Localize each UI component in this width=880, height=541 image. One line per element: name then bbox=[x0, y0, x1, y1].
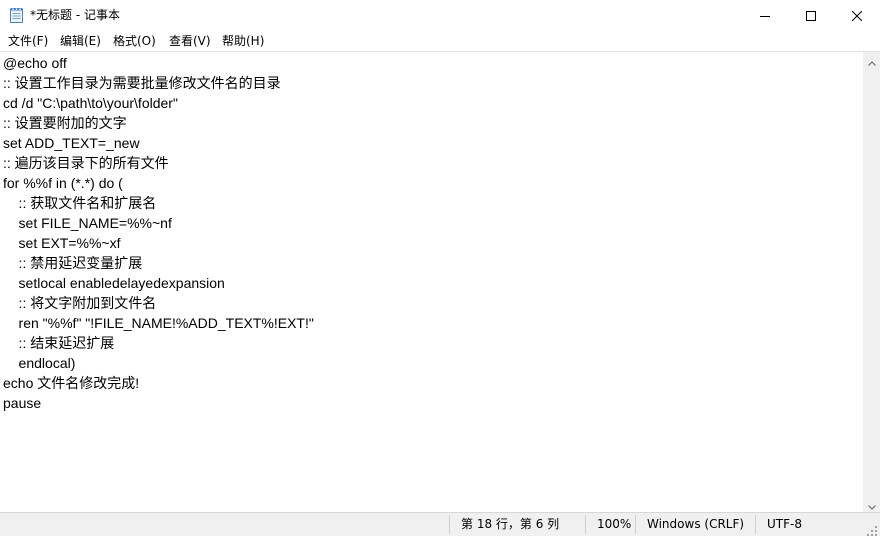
menu-file[interactable]: 文件(F) bbox=[8, 33, 48, 49]
notepad-icon[interactable] bbox=[9, 7, 25, 24]
scroll-down-button[interactable] bbox=[863, 496, 880, 513]
editor-line: setlocal enabledelayedexpansion bbox=[3, 275, 225, 291]
editor-line: set ADD_TEXT=_new bbox=[3, 135, 140, 151]
status-divider bbox=[635, 515, 636, 534]
resize-grip-icon[interactable] bbox=[866, 522, 878, 536]
scroll-up-icon bbox=[867, 51, 876, 70]
editor-line: :: 设置工作目录为需要批量修改文件名的目录 bbox=[3, 75, 281, 91]
status-divider bbox=[585, 515, 586, 534]
scroll-up-button[interactable] bbox=[863, 52, 880, 69]
text-editor[interactable]: @echo off :: 设置工作目录为需要批量修改文件名的目录 cd /d "… bbox=[0, 51, 863, 513]
status-divider bbox=[755, 515, 756, 534]
notepad-window: *无标题 - 记事本 文件(F) 编辑(E) 格式(O) 查看(V) 帮助(H)… bbox=[0, 0, 880, 536]
editor-line: set EXT=%%~xf bbox=[3, 235, 121, 251]
close-button[interactable] bbox=[834, 0, 880, 31]
vertical-scrollbar[interactable] bbox=[863, 51, 880, 513]
status-divider bbox=[449, 515, 450, 534]
close-icon bbox=[852, 10, 862, 21]
editor-line: :: 设置要附加的文字 bbox=[3, 115, 127, 131]
title-bar[interactable]: *无标题 - 记事本 bbox=[0, 0, 880, 31]
editor-line: endlocal) bbox=[3, 355, 76, 371]
editor-line: :: 禁用延迟变量扩展 bbox=[3, 255, 143, 271]
encoding: UTF-8 bbox=[767, 517, 802, 531]
menu-format[interactable]: 格式(O) bbox=[113, 33, 156, 49]
menu-view[interactable]: 查看(V) bbox=[169, 33, 211, 49]
minimize-icon bbox=[760, 11, 770, 21]
editor-line: pause bbox=[3, 395, 42, 411]
editor-line: :: 遍历该目录下的所有文件 bbox=[3, 155, 169, 171]
line-ending: Windows (CRLF) bbox=[647, 517, 745, 531]
editor-line: echo 文件名修改完成! bbox=[3, 375, 140, 391]
editor-line: set FILE_NAME=%%~nf bbox=[3, 215, 172, 231]
maximize-button[interactable] bbox=[788, 0, 834, 31]
window-title: *无标题 - 记事本 bbox=[30, 8, 120, 22]
editor-line: @echo off bbox=[3, 55, 67, 71]
editor-line: :: 获取文件名和扩展名 bbox=[3, 195, 157, 211]
minimize-button[interactable] bbox=[742, 0, 788, 31]
editor-content[interactable]: @echo off :: 设置工作目录为需要批量修改文件名的目录 cd /d "… bbox=[3, 53, 314, 413]
cursor-position: 第 18 行，第 6 列 bbox=[461, 517, 560, 531]
maximize-icon bbox=[806, 10, 816, 21]
menu-help[interactable]: 帮助(H) bbox=[222, 33, 264, 49]
menu-bar: 文件(F) 编辑(E) 格式(O) 查看(V) 帮助(H) bbox=[0, 31, 880, 51]
editor-line: for %%f in (*.*) do ( bbox=[3, 175, 123, 191]
editor-line: cd /d "C:\path\to\your\folder" bbox=[3, 95, 178, 111]
menu-edit[interactable]: 编辑(E) bbox=[60, 33, 101, 49]
status-bar: 第 18 行，第 6 列 100% Windows (CRLF) UTF-8 bbox=[0, 512, 880, 536]
editor-line: :: 将文字附加到文件名 bbox=[3, 295, 157, 311]
editor-line: :: 结束延迟扩展 bbox=[3, 335, 115, 351]
zoom-level: 100% bbox=[597, 517, 632, 531]
editor-line: ren "%%f" "!FILE_NAME!%ADD_TEXT%!EXT!" bbox=[3, 315, 314, 331]
